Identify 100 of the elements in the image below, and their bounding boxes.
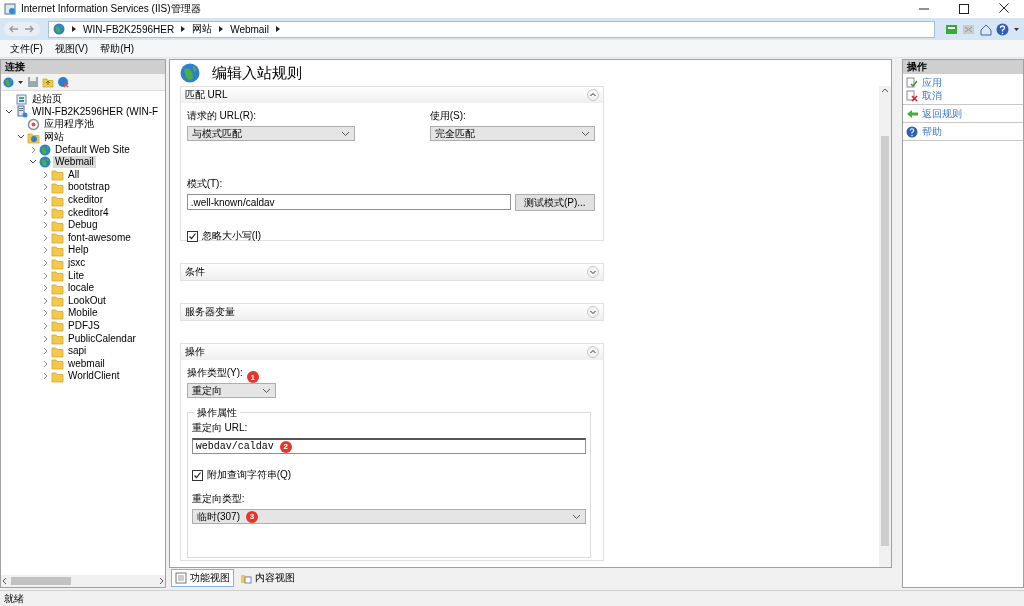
globe-icon (39, 156, 51, 169)
start-page-icon (15, 92, 28, 106)
breadcrumb-item[interactable]: 网站 (192, 22, 213, 36)
help-icon (905, 125, 918, 138)
chevron-right-icon[interactable] (218, 25, 225, 33)
expand-icon[interactable] (41, 346, 49, 357)
forward-icon[interactable] (23, 23, 36, 35)
section-title: 条件 (184, 265, 205, 279)
tree-item[interactable]: 应用程序池 (42, 118, 96, 131)
menu-item[interactable]: 视图(V) (48, 41, 95, 56)
tree-item[interactable]: Mobile (66, 307, 100, 320)
section-title: 匹配 URL (184, 88, 228, 102)
section-title: 操作 (184, 345, 205, 359)
tree-item[interactable]: Webmail (53, 156, 96, 169)
folder-up-icon[interactable] (42, 76, 54, 88)
network-icon[interactable] (945, 22, 958, 36)
expand-icon[interactable] (586, 266, 599, 278)
expand-icon[interactable] (41, 232, 49, 243)
dropdown-icon[interactable] (1013, 26, 1020, 32)
action-link[interactable]: 取消 (902, 89, 1023, 102)
page-title: 编辑入站规则 (211, 63, 302, 83)
expand-icon[interactable] (41, 295, 49, 306)
expand-icon[interactable] (41, 308, 49, 319)
tree-item[interactable]: PublicCalendar (66, 332, 138, 345)
group-title: 操作属性 (193, 406, 240, 420)
chevron-right-icon[interactable] (274, 25, 281, 33)
scroll-left-icon[interactable] (1, 576, 9, 586)
redirect-url-field[interactable]: webdav/caldav 2 (191, 438, 586, 454)
expand-icon[interactable] (41, 371, 49, 382)
expand-icon[interactable] (41, 321, 49, 331)
tree-item[interactable]: bootstrap (66, 181, 112, 194)
tree-item[interactable]: WIN-FB2K2596HER (WIN-F (30, 105, 161, 118)
folder-icon (51, 218, 64, 232)
menu-item[interactable]: 文件(F) (4, 41, 49, 56)
action-link[interactable]: 帮助 (902, 125, 1023, 138)
expand-icon[interactable] (41, 270, 49, 281)
breadcrumb-item[interactable]: Webmail (230, 23, 269, 35)
folder-icon (51, 369, 64, 383)
scrollbar-thumb[interactable] (880, 136, 889, 546)
dropdown[interactable]: 临时(307) 3 (191, 509, 586, 524)
expand-icon[interactable] (41, 195, 49, 206)
help-icon[interactable] (996, 22, 1009, 36)
pattern-field[interactable]: .well-known/caldav (186, 194, 511, 210)
back-icon[interactable] (8, 23, 21, 35)
section-title: 服务器变量 (184, 305, 235, 319)
chevron-right-icon[interactable] (71, 25, 77, 33)
expand-icon[interactable] (41, 182, 49, 193)
home-icon[interactable] (979, 22, 992, 36)
tree-item[interactable]: 网站 (42, 131, 66, 144)
tree-item[interactable]: webmail (66, 357, 107, 370)
tree-item[interactable]: ckeditor (66, 194, 105, 207)
tree-item[interactable]: All (66, 168, 82, 181)
tree-item[interactable]: 起始页 (30, 93, 64, 106)
tree-item[interactable]: Help (66, 244, 91, 257)
dropdown[interactable]: 与模式匹配 (186, 126, 355, 141)
chevron-right-icon[interactable] (180, 25, 187, 33)
tree-item[interactable]: locale (66, 282, 97, 295)
tree-item[interactable]: Lite (66, 269, 87, 282)
disconnect-icon[interactable] (57, 76, 69, 88)
dropdown[interactable]: 重定向 (186, 383, 276, 398)
number-badge: 1 (246, 371, 259, 383)
tree-item[interactable]: WorldClient (66, 370, 122, 383)
view-tab[interactable]: 功能视图 (170, 569, 234, 587)
expand-icon[interactable] (41, 220, 49, 231)
app-icon (4, 3, 16, 15)
expand-icon[interactable] (41, 358, 49, 369)
expand-icon[interactable] (41, 258, 49, 268)
action-link[interactable]: 应用 (902, 76, 1023, 89)
menu-item[interactable]: 帮助(H) (94, 41, 140, 56)
scrollbar-thumb[interactable] (11, 577, 71, 585)
features-icon (174, 572, 187, 584)
tree-item[interactable]: LookOut (66, 294, 108, 307)
tree-item[interactable]: Debug (66, 219, 100, 232)
checkbox[interactable]: 附加查询字符串(Q) (191, 468, 586, 482)
pane-header: 操作 (902, 60, 1023, 74)
check-icon (905, 76, 918, 89)
tree-item[interactable]: sapi (66, 345, 89, 358)
test-pattern-button[interactable]: 测试模式(P)... (515, 194, 595, 211)
dropdown-icon[interactable] (17, 79, 24, 85)
checkbox[interactable]: 忽略大小写(I) (186, 229, 595, 243)
expand-icon[interactable] (41, 333, 49, 344)
tree-item[interactable]: ckeditor4 (66, 206, 111, 219)
action-link[interactable]: 返回规则 (902, 107, 1023, 120)
globe-icon (39, 143, 51, 156)
tree-item[interactable]: PDFJS (66, 320, 102, 332)
expand-icon[interactable] (41, 207, 49, 218)
dropdown[interactable]: 完全匹配 (429, 126, 595, 141)
stop-icon[interactable] (962, 22, 975, 36)
tree-item[interactable]: Default Web Site (53, 143, 132, 156)
expand-icon[interactable] (41, 283, 49, 294)
checkbox-icon (191, 469, 203, 481)
folder-icon (51, 193, 64, 207)
field-label: 请求的 URL(R): (186, 109, 258, 123)
tree-item[interactable]: font-awesome (66, 231, 133, 244)
dropdown-icon (580, 129, 590, 138)
tree-item[interactable]: jsxc (66, 257, 88, 269)
view-tab[interactable]: 内容视图 (235, 569, 299, 587)
expand-icon[interactable] (586, 306, 599, 318)
breadcrumb-item[interactable]: WIN-FB2K2596HER (83, 23, 175, 35)
expand-icon[interactable] (41, 245, 49, 256)
